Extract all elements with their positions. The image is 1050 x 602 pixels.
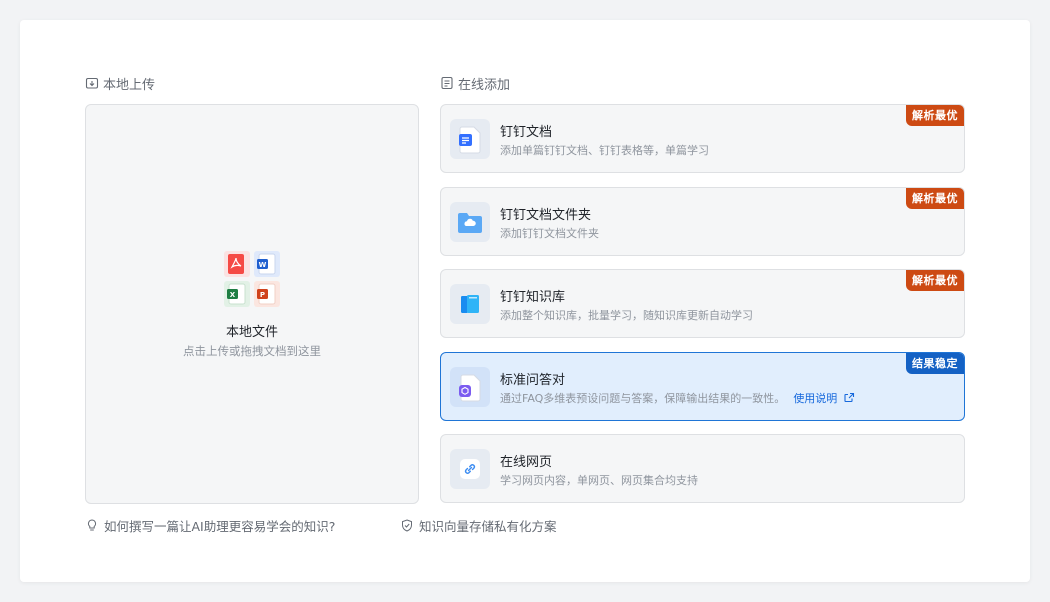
local-file-dropzone[interactable]: W X P 本地文件 点击上传或拖拽文档到这里: [85, 104, 419, 504]
svg-text:X: X: [230, 291, 236, 299]
book-icon: [461, 295, 479, 313]
option-standard-faq[interactable]: 标准问答对 通过FAQ多维表预设问题与答案，保障输出结果的一致性。 使用说明 结果…: [440, 352, 965, 421]
online-add-title: 在线添加: [458, 77, 511, 93]
upload-title: 本地文件: [225, 325, 278, 340]
svg-text:W: W: [259, 261, 267, 269]
excel-icon: X: [224, 281, 250, 307]
online-add-heading: 在线添加: [440, 74, 511, 93]
usage-guide-label: 使用说明: [793, 392, 838, 405]
private-vector-storage-link[interactable]: 知识向量存储私有化方案: [401, 516, 557, 535]
option-thumb: [450, 202, 490, 242]
svg-text:P: P: [260, 291, 265, 299]
upload-hint: 点击上传或拖拽文档到这里: [183, 344, 321, 358]
option-description-text: 通过FAQ多维表预设问题与答案，保障输出结果的一致性。: [500, 392, 786, 405]
lightbulb-icon: [87, 519, 97, 531]
knowledge-source-panel: 本地上传 在线添加 W X P 本地文件 点击上传或拖拽文档到这里 钉钉文档 添…: [20, 20, 1030, 582]
shield-icon: [402, 519, 412, 532]
option-description: 添加整个知识库，批量学习，随知识库更新自动学习: [500, 309, 753, 322]
best-parsing-badge: 解析最优: [906, 188, 964, 209]
option-description: 添加单篇钉钉文档、钉钉表格等，单篇学习: [500, 144, 709, 157]
faq-icon: [459, 374, 481, 402]
local-upload-title: 本地上传: [103, 77, 156, 93]
option-title: 标准问答对: [500, 373, 566, 388]
option-thumb: [450, 119, 490, 159]
option-thumb: [450, 367, 490, 407]
stable-result-badge: 结果稳定: [906, 353, 964, 374]
pdf-icon: [224, 251, 250, 277]
word-icon: W: [254, 251, 280, 277]
option-thumb: [450, 284, 490, 324]
external-link-icon: [844, 392, 854, 403]
local-upload-heading: 本地上传: [85, 74, 156, 93]
usage-guide-link[interactable]: 使用说明: [793, 392, 855, 405]
help-link-label: 如何撰写一篇让AI助理更容易学会的知识?: [104, 519, 336, 534]
option-dingtalk-folder[interactable]: 钉钉文档文件夹 添加钉钉文档文件夹 解析最优: [440, 187, 965, 256]
folder-icon: [458, 213, 482, 233]
document-icon: [459, 126, 481, 154]
option-title: 在线网页: [500, 455, 553, 470]
privacy-link-label: 知识向量存储私有化方案: [419, 519, 557, 534]
upload-folder-icon: [85, 77, 99, 89]
option-dingtalk-doc[interactable]: 钉钉文档 添加单篇钉钉文档、钉钉表格等，单篇学习 解析最优: [440, 104, 965, 173]
file-type-icons: W X P: [224, 251, 282, 309]
online-doc-icon: [441, 76, 453, 90]
link-icon: [460, 459, 480, 479]
ppt-icon: P: [254, 281, 280, 307]
option-title: 钉钉文档文件夹: [500, 208, 592, 223]
knowledge-writing-help-link[interactable]: 如何撰写一篇让AI助理更容易学会的知识?: [86, 516, 335, 535]
option-description: 添加钉钉文档文件夹: [500, 227, 599, 240]
best-parsing-badge: 解析最优: [906, 105, 964, 126]
best-parsing-badge: 解析最优: [906, 270, 964, 291]
option-thumb: [450, 449, 490, 489]
option-web-page[interactable]: 在线网页 学习网页内容，单网页、网页集合均支持: [440, 434, 965, 503]
option-title: 钉钉文档: [500, 125, 553, 140]
option-description: 通过FAQ多维表预设问题与答案，保障输出结果的一致性。 使用说明: [500, 390, 855, 406]
option-description: 学习网页内容，单网页、网页集合均支持: [500, 474, 698, 487]
option-dingtalk-knowledge-base[interactable]: 钉钉知识库 添加整个知识库，批量学习，随知识库更新自动学习 解析最优: [440, 269, 965, 338]
option-title: 钉钉知识库: [500, 290, 566, 305]
